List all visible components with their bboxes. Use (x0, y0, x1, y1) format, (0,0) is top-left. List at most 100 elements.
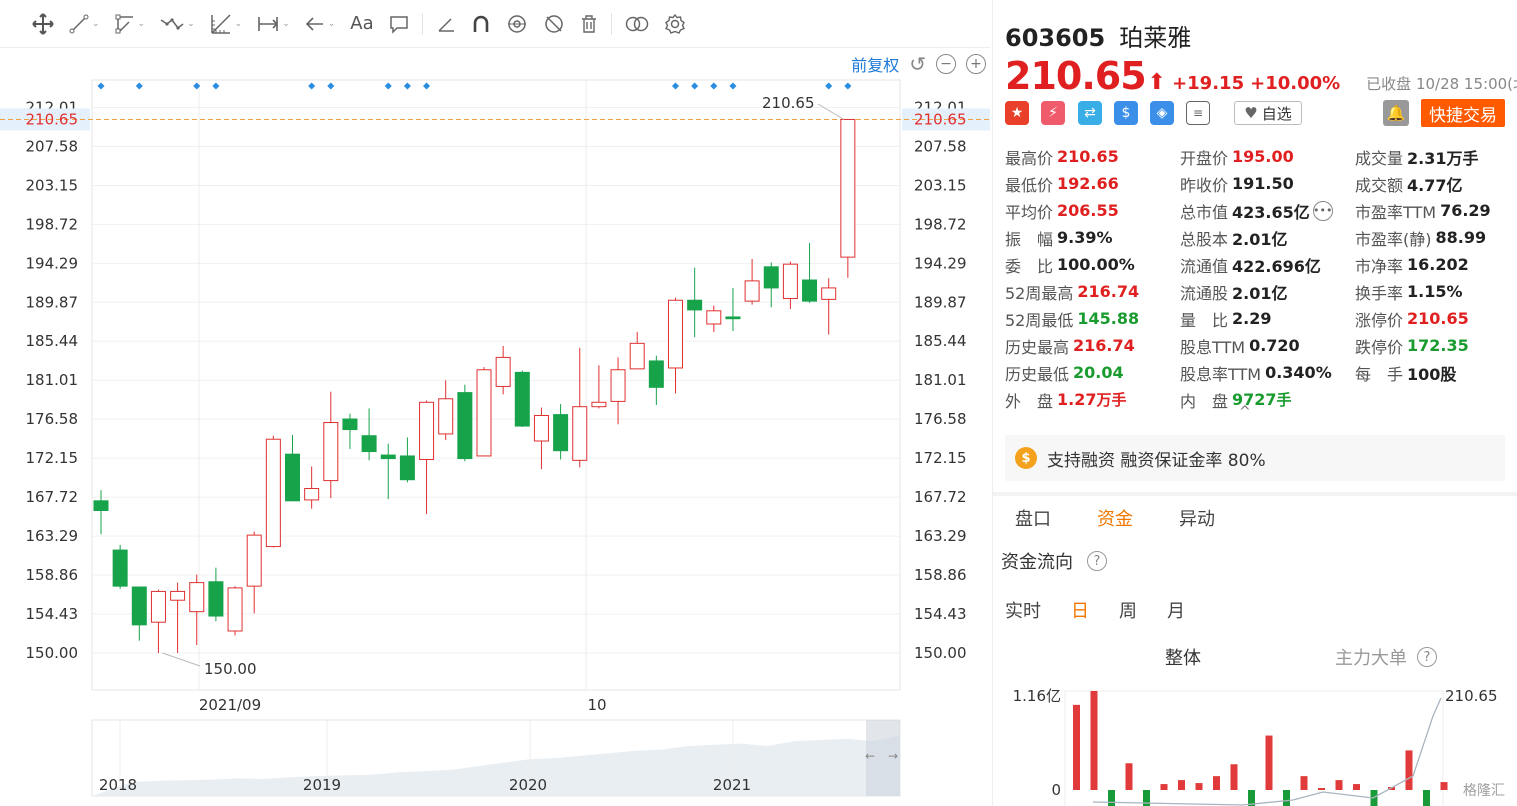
candle[interactable] (514, 370, 530, 427)
measure-icon[interactable]: ⌄ (251, 9, 296, 39)
period-3[interactable]: 月 (1167, 597, 1185, 623)
candle[interactable] (591, 365, 607, 409)
candle[interactable] (553, 404, 569, 460)
candle[interactable] (476, 367, 492, 457)
candle[interactable] (112, 544, 128, 589)
fund-flow-chart[interactable]: 1.16亿 0 210.65 (993, 680, 1517, 806)
event-marker[interactable] (327, 82, 335, 90)
add-watchlist-button[interactable]: ♥ 自选 (1234, 101, 1302, 125)
navigator-handle-right-icon[interactable]: → (888, 749, 898, 763)
candle[interactable] (744, 258, 760, 305)
subtab-overall[interactable]: 整体 (1165, 644, 1201, 670)
candle[interactable] (131, 586, 147, 641)
candle[interactable] (189, 574, 205, 646)
event-marker[interactable] (97, 82, 105, 90)
candle[interactable] (323, 391, 339, 499)
period-0[interactable]: 实时 (1005, 597, 1041, 623)
flow-y-top-label: 1.16亿 (1013, 687, 1061, 705)
period-2[interactable]: 周 (1119, 597, 1137, 623)
period-1[interactable]: 日 (1071, 597, 1089, 623)
event-marker[interactable] (423, 82, 431, 90)
wave-icon[interactable]: ⌄ (154, 9, 201, 39)
tab-1[interactable]: 资金 (1097, 505, 1133, 531)
candle[interactable] (361, 408, 377, 461)
help-icon[interactable]: ? (1087, 551, 1107, 571)
zoom-out-icon[interactable]: − (936, 54, 956, 74)
collapse-icon[interactable]: ^ (1239, 404, 1251, 420)
gear-icon[interactable] (658, 9, 692, 39)
comment-icon[interactable] (383, 9, 415, 39)
line-icon[interactable]: ⌄ (63, 9, 106, 39)
candle[interactable] (610, 357, 626, 425)
candle[interactable] (572, 347, 588, 468)
ray-icon[interactable]: ⌄ (109, 9, 152, 39)
candle[interactable] (495, 345, 511, 395)
candle[interactable] (438, 380, 454, 441)
event-marker[interactable] (671, 82, 680, 90)
ruler-icon[interactable]: ⌄ (204, 9, 249, 39)
reset-icon[interactable]: ↺ (909, 52, 926, 76)
navigator-handle-left-icon[interactable]: ← (865, 749, 875, 763)
overview-navigator[interactable]: ← → 2018 2019 2020 2021 (91, 719, 901, 797)
trash-icon[interactable] (574, 9, 604, 39)
tab-2[interactable]: 异动 (1179, 505, 1215, 531)
candle[interactable] (246, 531, 262, 614)
flow-bar (1440, 782, 1448, 790)
candle[interactable] (227, 586, 243, 636)
arrow-left-icon[interactable]: ⌄ (299, 9, 342, 39)
stats-row: 历史最低 20.04 股息率TTM 0.340% 每 手 100股 (1005, 359, 1510, 386)
more-icon[interactable]: ••• (1312, 200, 1333, 221)
event-marker[interactable] (844, 82, 852, 90)
zoom-in-icon[interactable]: + (966, 54, 986, 74)
move-icon[interactable] (26, 9, 60, 39)
hide-icon[interactable] (537, 9, 571, 39)
event-marker[interactable] (308, 82, 316, 90)
help-icon[interactable]: ? (1417, 647, 1437, 667)
candle[interactable] (170, 582, 186, 653)
candle[interactable] (706, 305, 722, 332)
event-marker[interactable] (135, 82, 143, 90)
y-tick-right: 194.29 (914, 254, 967, 272)
pen-icon[interactable] (430, 9, 462, 39)
kline-chart-area[interactable]: 150.00 150.00 154.43 154.43 158.86 158.86 163.… (0, 48, 990, 806)
candle[interactable] (265, 435, 281, 548)
candle[interactable] (304, 466, 320, 509)
candle[interactable] (629, 331, 645, 370)
event-marker[interactable] (384, 82, 392, 90)
candle[interactable] (399, 437, 415, 483)
stat-label: 股息TTM (1180, 337, 1246, 357)
candle[interactable] (668, 297, 683, 394)
event-marker[interactable] (403, 82, 411, 90)
candle[interactable] (840, 118, 856, 278)
candle[interactable] (533, 407, 549, 470)
event-marker[interactable] (212, 82, 220, 90)
bell-icon[interactable]: 🔔 (1383, 100, 1409, 126)
candle[interactable] (802, 243, 818, 303)
adjust-mode-button[interactable]: 前复权 (851, 52, 899, 76)
candle[interactable] (380, 443, 396, 500)
kline-chart[interactable]: 150.00 150.00 154.43 154.43 158.86 158.86 163.… (0, 48, 990, 806)
text-icon[interactable]: Aa (344, 9, 379, 39)
candle[interactable] (821, 278, 837, 335)
tab-0[interactable]: 盘口 (1015, 505, 1051, 531)
notes-icon[interactable]: ≡ (1186, 101, 1210, 125)
candle[interactable] (342, 413, 358, 449)
candle[interactable] (648, 355, 664, 405)
compare-icon[interactable] (619, 9, 655, 39)
candle[interactable] (208, 567, 224, 622)
candle-body (725, 316, 741, 320)
candle[interactable] (150, 589, 166, 653)
quick-trade-button[interactable]: 快捷交易 (1421, 99, 1505, 127)
candle[interactable] (763, 262, 779, 308)
candle[interactable] (725, 287, 741, 332)
magnet-icon[interactable] (465, 9, 497, 39)
candle[interactable] (457, 384, 473, 462)
event-marker[interactable] (710, 82, 718, 90)
candle[interactable] (687, 267, 703, 338)
candle[interactable] (285, 434, 300, 502)
event-marker[interactable] (825, 82, 833, 90)
event-marker[interactable] (691, 82, 699, 90)
event-marker[interactable] (729, 82, 737, 90)
subtab-main-force[interactable]: 主力大单 ? (1335, 644, 1437, 670)
eye-icon[interactable] (500, 9, 534, 39)
